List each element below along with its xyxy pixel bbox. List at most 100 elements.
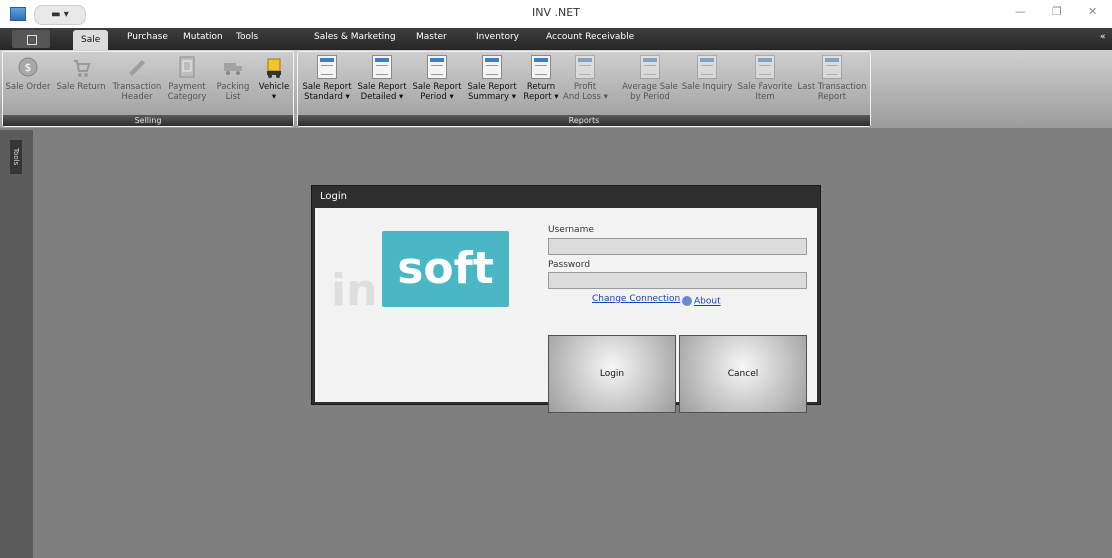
ribbon: $ Sale Order Sale Return Transaction Hea…: [0, 50, 1112, 128]
app-menu-icon: [27, 35, 37, 45]
sale-report-standard-label-1: Sale Report: [302, 82, 352, 92]
password-label: Password: [548, 260, 591, 270]
sale-favorite-item-button[interactable]: Sale Favorite Item: [735, 55, 795, 102]
tab-inventory[interactable]: Inventory: [476, 32, 519, 42]
sale-report-standard-label-2: Standard ▾: [304, 92, 350, 102]
title-bar: ▬ ▾ INV .NET — ❐ ✕: [0, 0, 1112, 28]
vehicle-dropdown-icon: ▾: [271, 92, 277, 102]
window-title: INV .NET: [532, 6, 580, 19]
about-icon: [682, 296, 692, 306]
about-link[interactable]: About: [682, 296, 721, 307]
report-icon: [640, 55, 660, 79]
sale-report-standard-button[interactable]: Sale Report Standard ▾: [300, 55, 354, 102]
company-logo: soft: [382, 231, 509, 307]
cancel-button[interactable]: Cancel: [679, 335, 807, 413]
side-panel: [0, 130, 33, 558]
tab-sales-marketing[interactable]: Sales & Marketing: [314, 32, 396, 42]
pen-icon: [127, 55, 147, 79]
reports-group-label: Reports: [298, 115, 870, 126]
profit-and-loss-button[interactable]: Profit And Loss ▾: [563, 55, 608, 102]
sale-report-detailed-button[interactable]: Sale Report Detailed ▾: [355, 55, 409, 102]
report-icon: [575, 55, 595, 79]
sale-report-period-button[interactable]: Sale Report Period ▾: [410, 55, 464, 102]
tab-mutation[interactable]: Mutation: [183, 32, 223, 42]
login-dialog-body: in soft Username Password Change Connect…: [315, 208, 817, 413]
last-transaction-report-button[interactable]: Last Transaction Report: [796, 55, 868, 102]
average-sale-label-1: Average Sale: [622, 82, 678, 92]
ribbon-collapse-icon[interactable]: «: [1100, 32, 1106, 42]
report-icon: [317, 55, 337, 79]
payment-category-label-1: Payment: [168, 82, 206, 92]
sale-return-button[interactable]: Sale Return: [53, 55, 109, 92]
packing-list-label-2: List: [225, 92, 241, 102]
sale-report-detailed-label-2: Detailed ▾: [360, 92, 404, 102]
vehicle-button[interactable]: Vehicle ▾: [256, 55, 292, 102]
report-icon: [697, 55, 717, 79]
sale-favorite-label-1: Sale Favorite: [737, 82, 793, 92]
sale-order-label: Sale Order: [5, 82, 51, 92]
svg-text:$: $: [25, 61, 32, 74]
report-icon: [755, 55, 775, 79]
payment-category-button[interactable]: Payment Category: [165, 55, 209, 102]
forklift-icon: [264, 55, 284, 79]
packing-list-button[interactable]: Packing List: [211, 55, 255, 102]
sale-report-summary-button[interactable]: Sale Report Summary ▾: [465, 55, 519, 102]
report-icon: [427, 55, 447, 79]
profit-and-loss-label-2: And Loss ▾: [563, 92, 608, 102]
packing-list-label-1: Packing: [216, 82, 250, 92]
sale-report-period-label-2: Period ▾: [420, 92, 454, 102]
ribbon-group-reports: Sale Report Standard ▾ Sale Report Detai…: [297, 51, 871, 127]
login-dialog: Login in soft Username Password Change C…: [311, 185, 821, 413]
restore-icon[interactable]: ❐: [1052, 5, 1062, 18]
transaction-header-label-1: Transaction: [112, 82, 162, 92]
return-report-label-2: Report ▾: [523, 92, 559, 102]
profit-and-loss-label-1: Profit: [573, 82, 597, 92]
sale-inquiry-button[interactable]: Sale Inquiry: [681, 55, 733, 92]
sale-favorite-label-2: Item: [755, 92, 775, 102]
username-input[interactable]: [548, 238, 807, 255]
sale-inquiry-label: Sale Inquiry: [681, 82, 733, 92]
report-icon: [482, 55, 502, 79]
login-dialog-title: Login: [320, 191, 347, 202]
password-input[interactable]: [548, 272, 807, 289]
application-menu-button[interactable]: [12, 30, 50, 48]
side-tab-tools[interactable]: Tools: [10, 140, 22, 174]
payment-category-label-2: Category: [167, 92, 207, 102]
about-label: About: [694, 296, 721, 307]
vehicle-label-1: Vehicle: [258, 82, 290, 92]
tab-purchase[interactable]: Purchase: [127, 32, 168, 42]
report-icon: [372, 55, 392, 79]
return-report-button[interactable]: Return Report ▾: [521, 55, 561, 102]
report-icon: [531, 55, 551, 79]
minimize-icon[interactable]: —: [1015, 5, 1026, 18]
sale-report-summary-label-2: Summary ▾: [467, 92, 517, 102]
ribbon-group-selling: $ Sale Order Sale Return Transaction Hea…: [2, 51, 294, 127]
tab-master[interactable]: Master: [416, 32, 447, 42]
username-label: Username: [548, 225, 594, 235]
sale-order-button[interactable]: $ Sale Order: [3, 55, 53, 92]
logo-ghost-text: in: [331, 265, 378, 316]
report-icon: [822, 55, 842, 79]
sale-report-period-label-1: Sale Report: [412, 82, 462, 92]
document-icon: [177, 55, 197, 79]
change-connection-link[interactable]: Change Connection: [592, 294, 680, 304]
transaction-header-button[interactable]: Transaction Header: [110, 55, 164, 102]
sale-report-summary-label-1: Sale Report: [467, 82, 517, 92]
sale-return-label: Sale Return: [56, 82, 106, 92]
truck-icon: [223, 55, 243, 79]
tab-account-receivable[interactable]: Account Receivable: [546, 32, 634, 42]
average-sale-label-2: by Period: [630, 92, 670, 102]
average-sale-by-period-button[interactable]: Average Sale by Period: [620, 55, 680, 102]
last-transaction-label-1: Last Transaction: [797, 82, 867, 92]
last-transaction-label-2: Report: [817, 92, 847, 102]
tab-sale[interactable]: Sale: [73, 30, 109, 50]
transaction-header-label-2: Header: [121, 92, 153, 102]
tab-tools[interactable]: Tools: [236, 32, 258, 42]
return-report-label-1: Return: [526, 82, 556, 92]
selling-group-label: Selling: [3, 115, 293, 126]
sale-order-icon: $: [18, 55, 38, 79]
login-button[interactable]: Login: [548, 335, 676, 413]
sale-report-detailed-label-1: Sale Report: [357, 82, 407, 92]
ribbon-tab-bar: Sale Purchase Mutation Tools Sales & Mar…: [0, 28, 1112, 50]
close-icon[interactable]: ✕: [1088, 5, 1097, 18]
